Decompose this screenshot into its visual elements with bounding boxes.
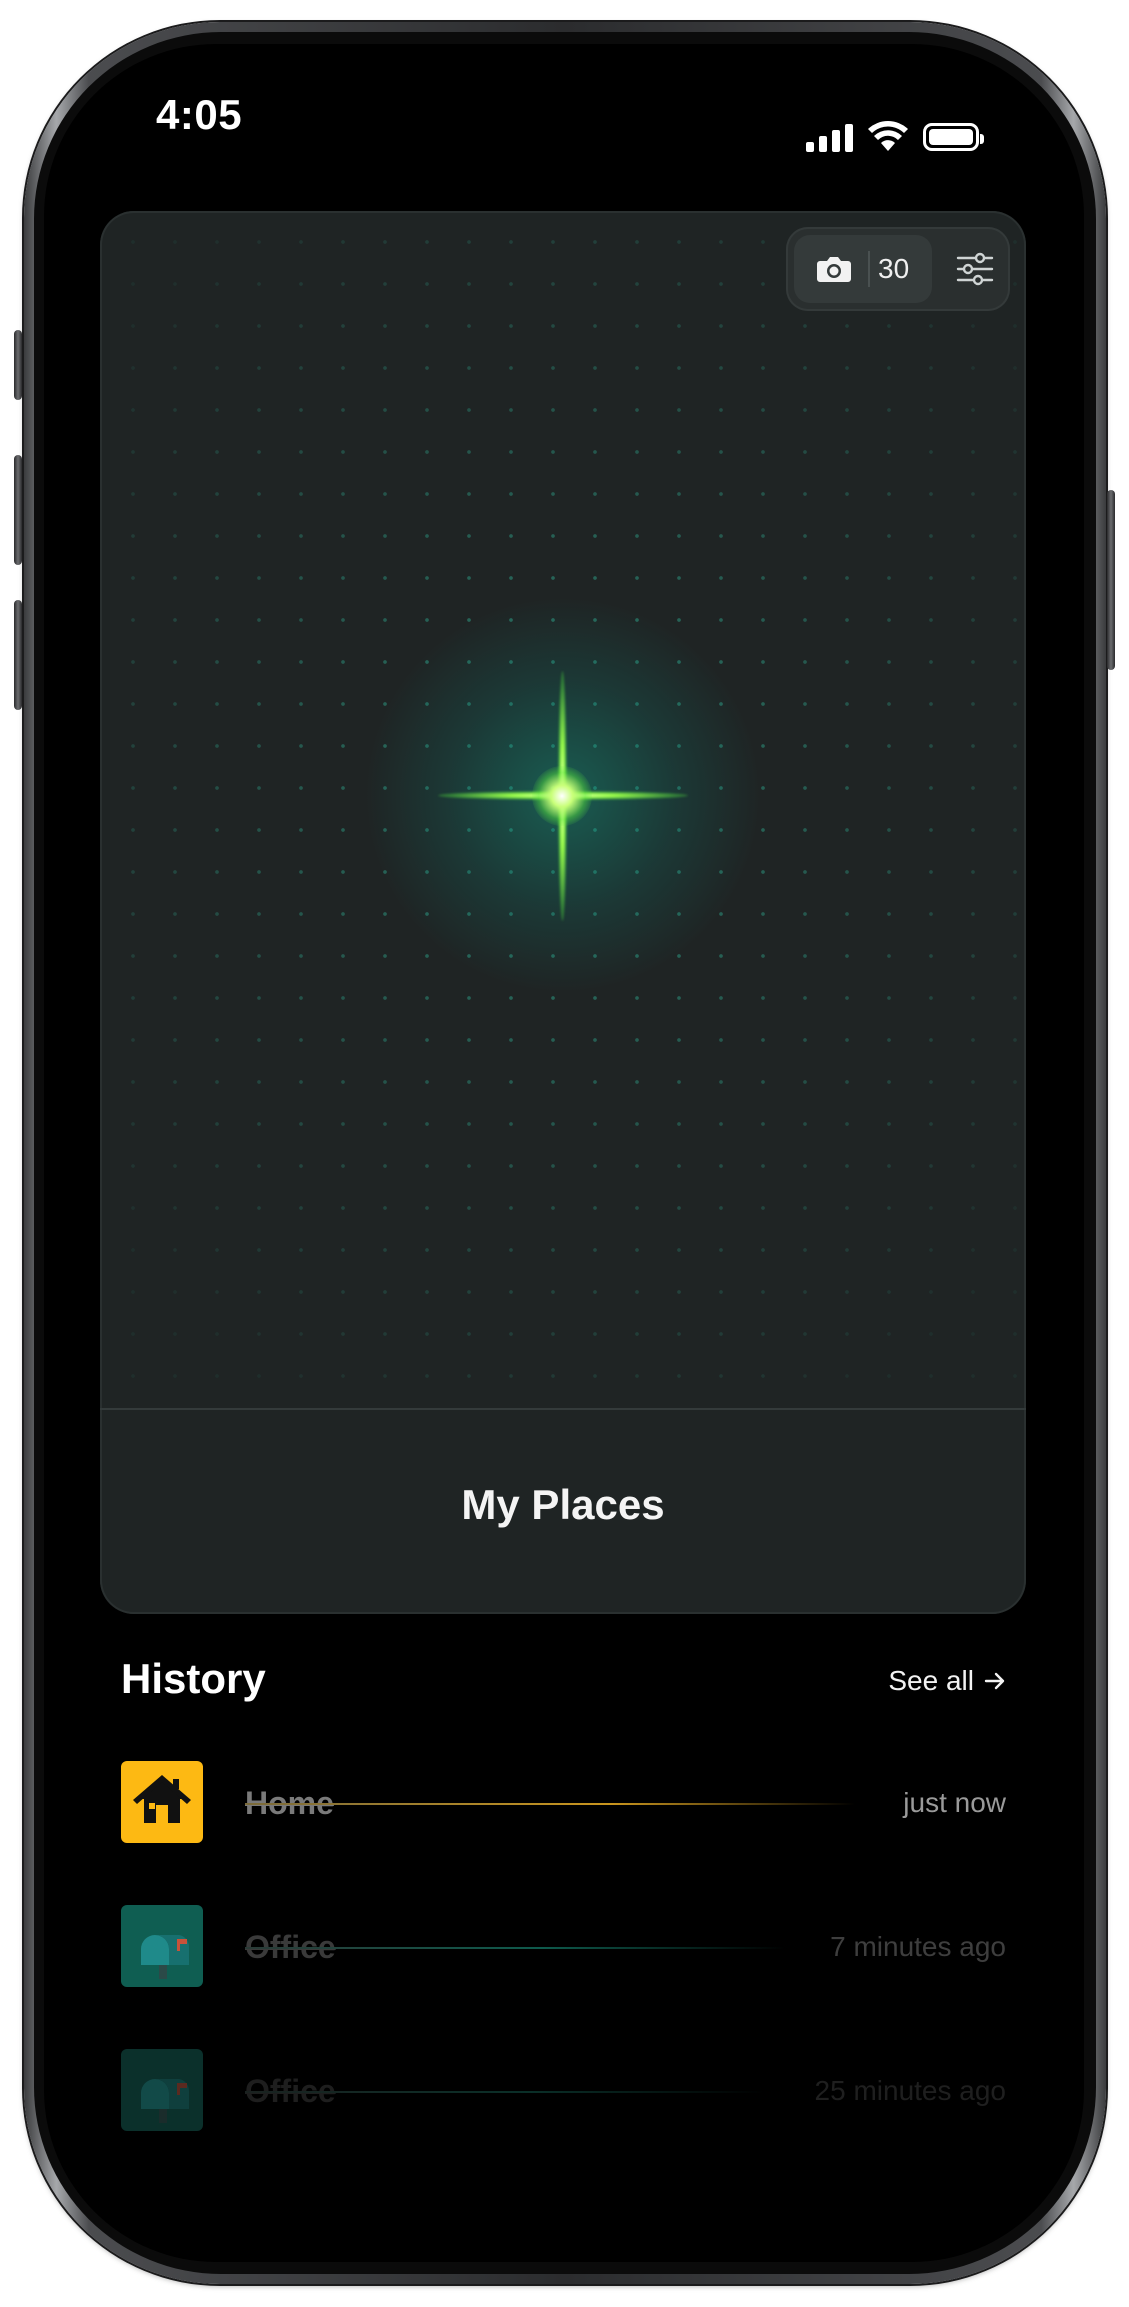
power-button bbox=[1107, 490, 1115, 670]
history-row[interactable]: Office 7 minutes ago bbox=[121, 1905, 1006, 1989]
history-row[interactable]: Home just now bbox=[121, 1761, 1006, 1845]
history-item-time: just now bbox=[903, 1787, 1006, 1818]
history-title: History bbox=[121, 1655, 266, 1702]
my-places-card[interactable]: 30 My Places bbox=[100, 211, 1026, 1614]
history-item-progress-line bbox=[245, 1803, 855, 1805]
arrow-right-icon bbox=[984, 1672, 1005, 1690]
battery-icon bbox=[923, 123, 984, 151]
camera-button[interactable]: 30 bbox=[794, 235, 932, 303]
card-divider bbox=[100, 1408, 1026, 1410]
wifi-icon bbox=[868, 121, 908, 151]
mailbox-icon bbox=[121, 1905, 203, 1987]
history-item-time: 25 minutes ago bbox=[814, 2075, 1006, 2106]
camera-icon bbox=[817, 257, 851, 282]
sliders-icon[interactable] bbox=[956, 251, 994, 287]
beacon-star-icon bbox=[532, 766, 592, 826]
mailbox-icon bbox=[121, 2049, 203, 2131]
history-row[interactable]: Office 25 minutes ago bbox=[121, 2049, 1006, 2133]
see-all-label: See all bbox=[888, 1665, 974, 1696]
action-button bbox=[14, 330, 22, 400]
house-icon bbox=[121, 1761, 203, 1843]
see-all-link[interactable]: See all bbox=[888, 1665, 1006, 1697]
history-item-progress-line bbox=[245, 2091, 765, 2093]
camera-count: 30 bbox=[878, 253, 910, 284]
my-places-title: My Places bbox=[461, 1481, 665, 1528]
status-time: 4:05 bbox=[156, 91, 243, 138]
status-icons bbox=[806, 121, 984, 153]
history-item-progress-line bbox=[245, 1947, 785, 1949]
cellular-signal-icon bbox=[806, 122, 853, 152]
camera-controls: 30 bbox=[786, 227, 1010, 311]
volume-up-button bbox=[14, 455, 22, 565]
camera-separator bbox=[868, 251, 870, 287]
volume-down-button bbox=[14, 600, 22, 710]
history-item-time: 7 minutes ago bbox=[830, 1931, 1006, 1962]
